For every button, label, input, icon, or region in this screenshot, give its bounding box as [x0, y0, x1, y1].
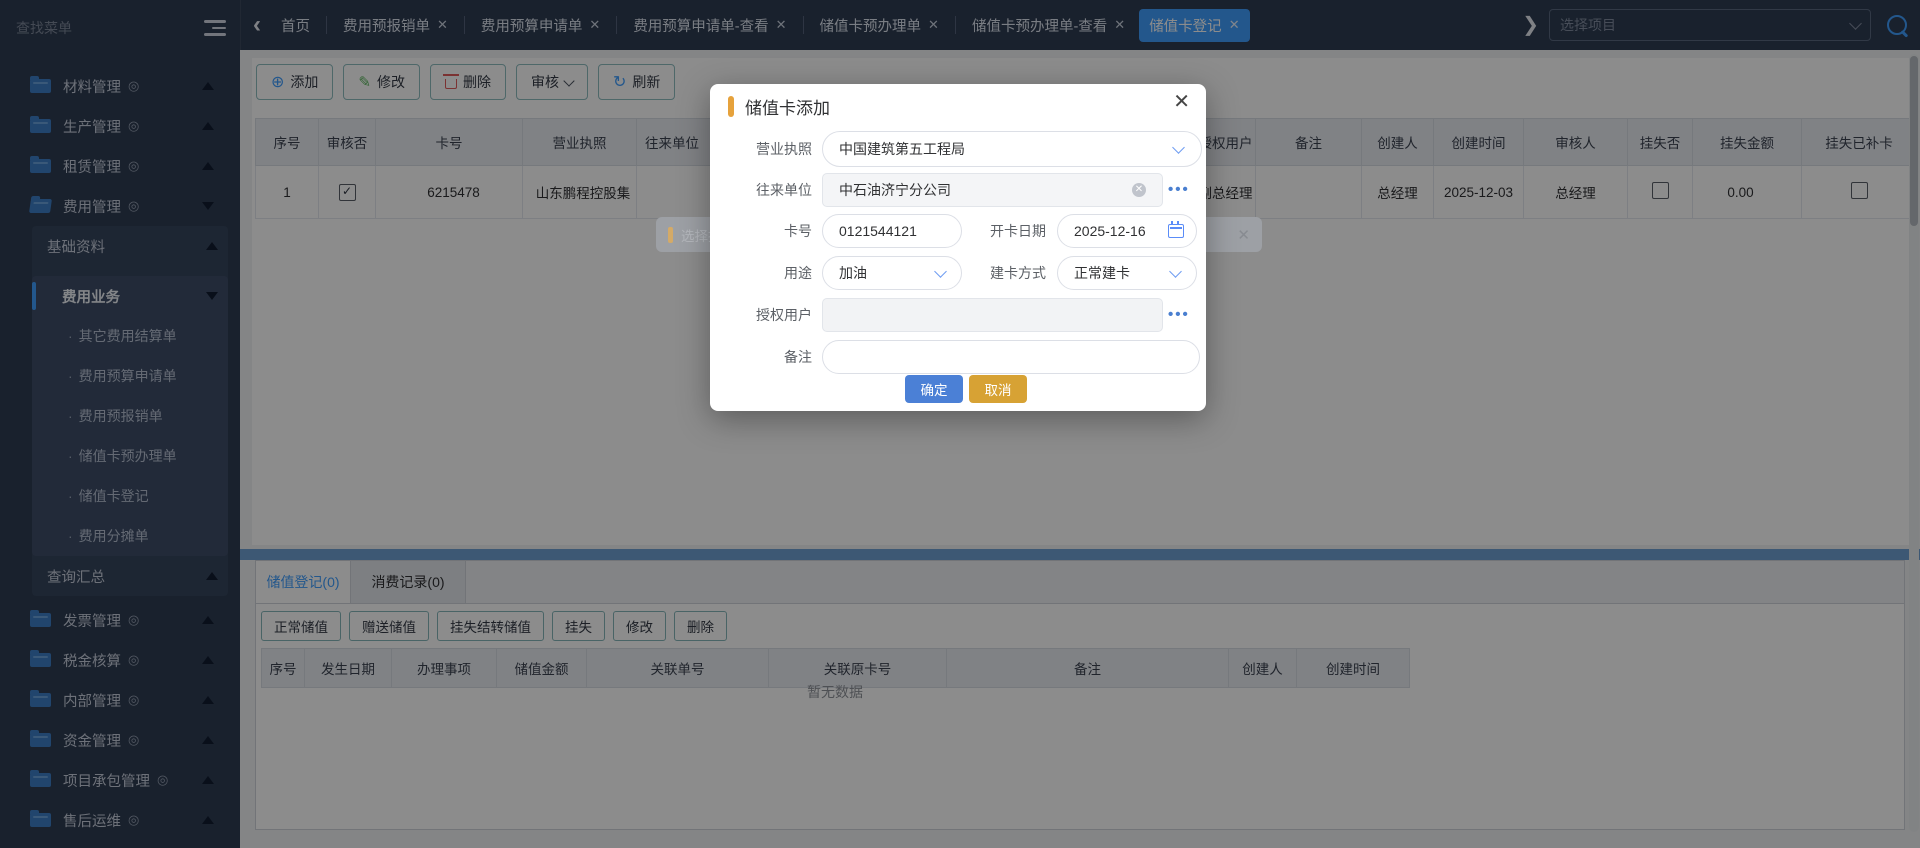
card-no-value: 0121544121	[839, 223, 917, 239]
card-no-label: 卡号	[710, 214, 812, 248]
auth-user-picker-button[interactable]: •••	[1168, 306, 1190, 323]
add-stored-card-dialog: 储值卡添加 ✕ 营业执照 中国建筑第五工程局 往来单位 中石油济宁分公司 ✕ •…	[710, 84, 1206, 411]
create-mode-label: 建卡方式	[944, 256, 1046, 290]
confirm-button[interactable]: 确定	[905, 375, 963, 403]
usage-value: 加油	[839, 263, 867, 283]
partner-value: 中石油济宁分公司	[839, 180, 951, 200]
remark-input[interactable]	[822, 340, 1200, 374]
calendar-icon[interactable]	[1168, 224, 1184, 238]
close-icon: ✕	[1237, 226, 1250, 244]
license-value: 中国建筑第五工程局	[839, 139, 965, 159]
dialog-title-accent	[668, 227, 673, 243]
remark-label: 备注	[710, 340, 812, 374]
close-icon[interactable]: ✕	[1173, 92, 1190, 112]
card-no-input[interactable]: 0121544121	[822, 214, 962, 248]
usage-select[interactable]: 加油	[822, 256, 962, 290]
partner-field[interactable]: 中石油济宁分公司 ✕	[822, 173, 1163, 207]
create-mode-value: 正常建卡	[1074, 263, 1130, 283]
license-label: 营业执照	[710, 131, 812, 167]
license-select[interactable]: 中国建筑第五工程局	[822, 131, 1202, 167]
chevron-down-icon	[1169, 265, 1182, 278]
open-date-input[interactable]: 2025-12-16	[1057, 214, 1197, 248]
auth-user-label: 授权用户	[710, 298, 812, 332]
chevron-down-icon	[1172, 141, 1185, 154]
dialog-title-accent	[728, 96, 734, 117]
clear-icon[interactable]: ✕	[1132, 183, 1146, 197]
partner-label: 往来单位	[710, 173, 812, 207]
usage-label: 用途	[710, 256, 812, 290]
app-window: 材料管理 ◎ 生产管理 ◎ 租赁管理 ◎ 费用管理 ◎ 基础资料	[0, 0, 1920, 848]
open-date-value: 2025-12-16	[1074, 223, 1146, 239]
partner-picker-button[interactable]: •••	[1168, 181, 1190, 198]
dialog-title: 储值卡添加	[745, 94, 830, 119]
open-date-label: 开卡日期	[944, 214, 1046, 248]
cancel-button[interactable]: 取消	[969, 375, 1027, 403]
auth-user-field[interactable]	[822, 298, 1163, 332]
create-mode-select[interactable]: 正常建卡	[1057, 256, 1197, 290]
